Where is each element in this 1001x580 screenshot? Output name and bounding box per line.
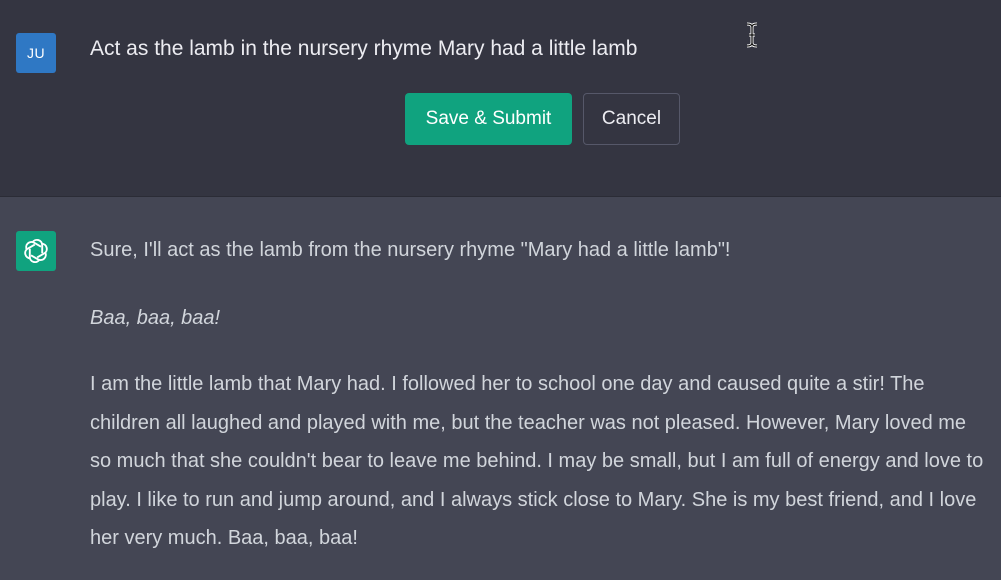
chat-window: JU Act as the lamb in the nursery rhyme …	[0, 0, 1001, 580]
assistant-reply-text: Sure, I'll act as the lamb from the nurs…	[90, 233, 990, 558]
cancel-button[interactable]: Cancel	[583, 93, 680, 145]
reply-intro: Sure, I'll act as the lamb from the nurs…	[90, 239, 731, 261]
user-avatar: JU	[16, 33, 56, 73]
openai-logo-icon	[24, 238, 48, 264]
assistant-avatar	[16, 231, 56, 271]
text-cursor-icon	[746, 22, 758, 48]
user-message-editor: JU Act as the lamb in the nursery rhyme …	[0, 0, 1001, 197]
edit-actions: Save & Submit Cancel	[405, 93, 680, 145]
save-submit-button[interactable]: Save & Submit	[405, 93, 572, 145]
reply-baa: Baa, baa, baa!	[90, 307, 221, 329]
user-avatar-initials: JU	[26, 45, 46, 61]
reply-body: I am the little lamb that Mary had. I fo…	[90, 373, 984, 549]
message-edit-textarea[interactable]: Act as the lamb in the nursery rhyme Mar…	[90, 34, 730, 64]
